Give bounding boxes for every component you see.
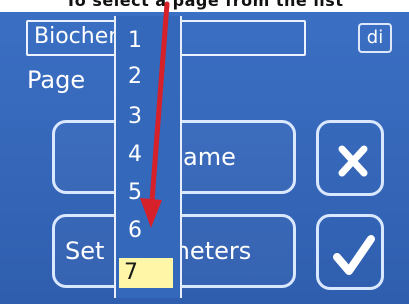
red-arrow-icon [140,1,170,228]
device-screen: To select a page from the list Biochem d… [0,0,409,304]
